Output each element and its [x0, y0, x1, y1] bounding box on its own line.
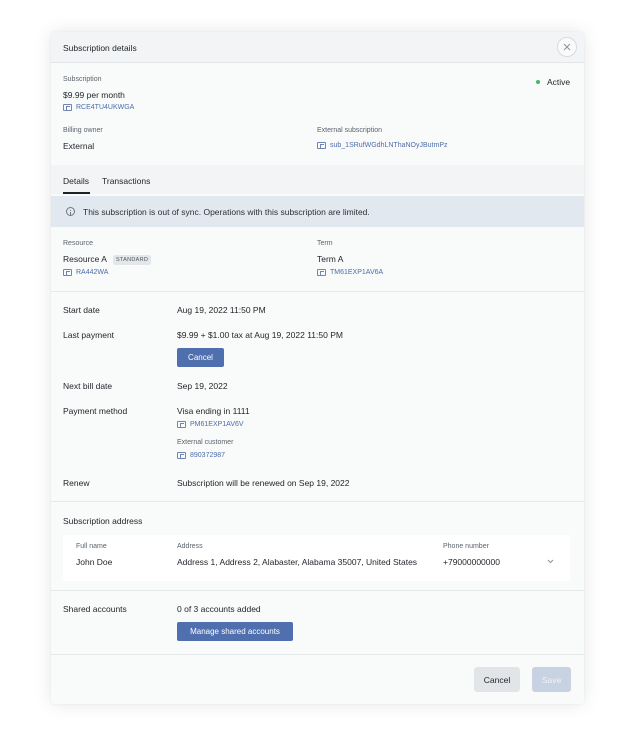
info-icon: [66, 207, 75, 216]
id-icon: [317, 142, 326, 149]
status-dot-icon: [536, 80, 540, 84]
external-subscription-id: sub_1SRufWGdhLNThaNOyJButmPz: [330, 142, 448, 149]
payment-method-label: Payment method: [63, 406, 128, 416]
tab-transactions[interactable]: Transactions: [102, 176, 150, 186]
last-payment-label: Last payment: [63, 330, 115, 340]
section-divider: [51, 590, 584, 591]
status-badge: Active: [536, 77, 570, 87]
payment-method-id: PM61EXP1AV6V: [190, 421, 244, 428]
address-label: Address: [177, 543, 203, 550]
billing-owner-value: External: [63, 141, 95, 151]
section-divider: [51, 291, 584, 292]
external-customer-id-link[interactable]: 890372987: [177, 452, 225, 459]
term-name: Term A: [317, 254, 344, 264]
alert-text: This subscription is out of sync. Operat…: [83, 206, 370, 217]
subscription-id: RCE4TU4UKWGA: [76, 104, 135, 111]
full-name-label: Full name: [76, 543, 107, 550]
external-customer-id: 890372987: [190, 452, 226, 459]
term-label: Term: [317, 240, 333, 247]
section-divider: [51, 654, 584, 655]
resource-name: Resource A: [63, 254, 107, 264]
external-subscription-label: External subscription: [317, 127, 382, 134]
id-icon: [317, 269, 326, 276]
shared-accounts-label: Shared accounts: [63, 604, 127, 614]
phone-number-label: Phone number: [443, 543, 489, 550]
phone-number-value: +79000000000: [443, 557, 500, 567]
start-date-label: Start date: [63, 305, 100, 315]
active-tab-indicator: [63, 192, 90, 194]
subscription-details-modal: Subscription details Subscription $9.99 …: [51, 32, 584, 704]
payment-method-value: Visa ending in 1111: [177, 406, 250, 416]
next-bill-date-value: Sep 19, 2022: [177, 381, 228, 391]
start-date-value: Aug 19, 2022 11:50 PM: [177, 305, 266, 315]
term-id-link[interactable]: TM61EXP1AV6A: [317, 269, 383, 276]
resource-id-link[interactable]: RA442WA: [63, 269, 108, 276]
payment-method-id-link[interactable]: PM61EXP1AV6V: [177, 421, 244, 428]
renew-label: Renew: [63, 478, 90, 488]
external-customer-label: External customer: [177, 439, 234, 446]
resource-name-row: Resource A STANDARD: [63, 254, 152, 265]
resource-plan-badge: STANDARD: [112, 254, 152, 265]
billing-owner-label: Billing owner: [63, 127, 103, 134]
subscription-price: $9.99 per month: [63, 90, 125, 100]
id-icon: [177, 452, 186, 459]
external-subscription-link[interactable]: sub_1SRufWGdhLNThaNOyJButmPz: [317, 142, 448, 149]
chevron-down-icon[interactable]: [547, 559, 554, 564]
subscription-label: Subscription: [63, 76, 102, 83]
address-section-title: Subscription address: [63, 516, 143, 526]
modal-header: Subscription details: [51, 32, 584, 63]
next-bill-date-label: Next bill date: [63, 381, 113, 391]
subscription-id-link[interactable]: RCE4TU4UKWGA: [63, 104, 134, 111]
status-text: Active: [547, 77, 571, 87]
shared-accounts-value: 0 of 3 accounts added: [177, 604, 261, 614]
full-name-value: John Doe: [76, 557, 113, 567]
manage-shared-accounts-button[interactable]: Manage shared accounts: [177, 622, 293, 641]
close-icon: [563, 43, 571, 51]
last-payment-value: $9.99 + $1.00 tax at Aug 19, 2022 11:50 …: [177, 330, 343, 340]
renew-value: Subscription will be renewed on Sep 19, …: [177, 478, 350, 488]
id-icon: [177, 421, 186, 428]
cancel-payment-button[interactable]: Cancel: [177, 348, 224, 367]
close-button[interactable]: [557, 37, 577, 57]
section-divider: [51, 501, 584, 502]
tab-details[interactable]: Details: [63, 176, 89, 186]
term-id: TM61EXP1AV6A: [330, 269, 384, 276]
save-button[interactable]: Save: [532, 667, 571, 692]
id-icon: [63, 269, 72, 276]
modal-title: Subscription details: [63, 43, 137, 53]
id-icon: [63, 104, 72, 111]
resource-id: RA442WA: [76, 269, 109, 276]
address-value: Address 1, Address 2, Alabaster, Alabama…: [177, 557, 418, 567]
cancel-button[interactable]: Cancel: [474, 667, 520, 692]
resource-label: Resource: [63, 240, 93, 247]
out-of-sync-alert: This subscription is out of sync. Operat…: [51, 196, 584, 227]
